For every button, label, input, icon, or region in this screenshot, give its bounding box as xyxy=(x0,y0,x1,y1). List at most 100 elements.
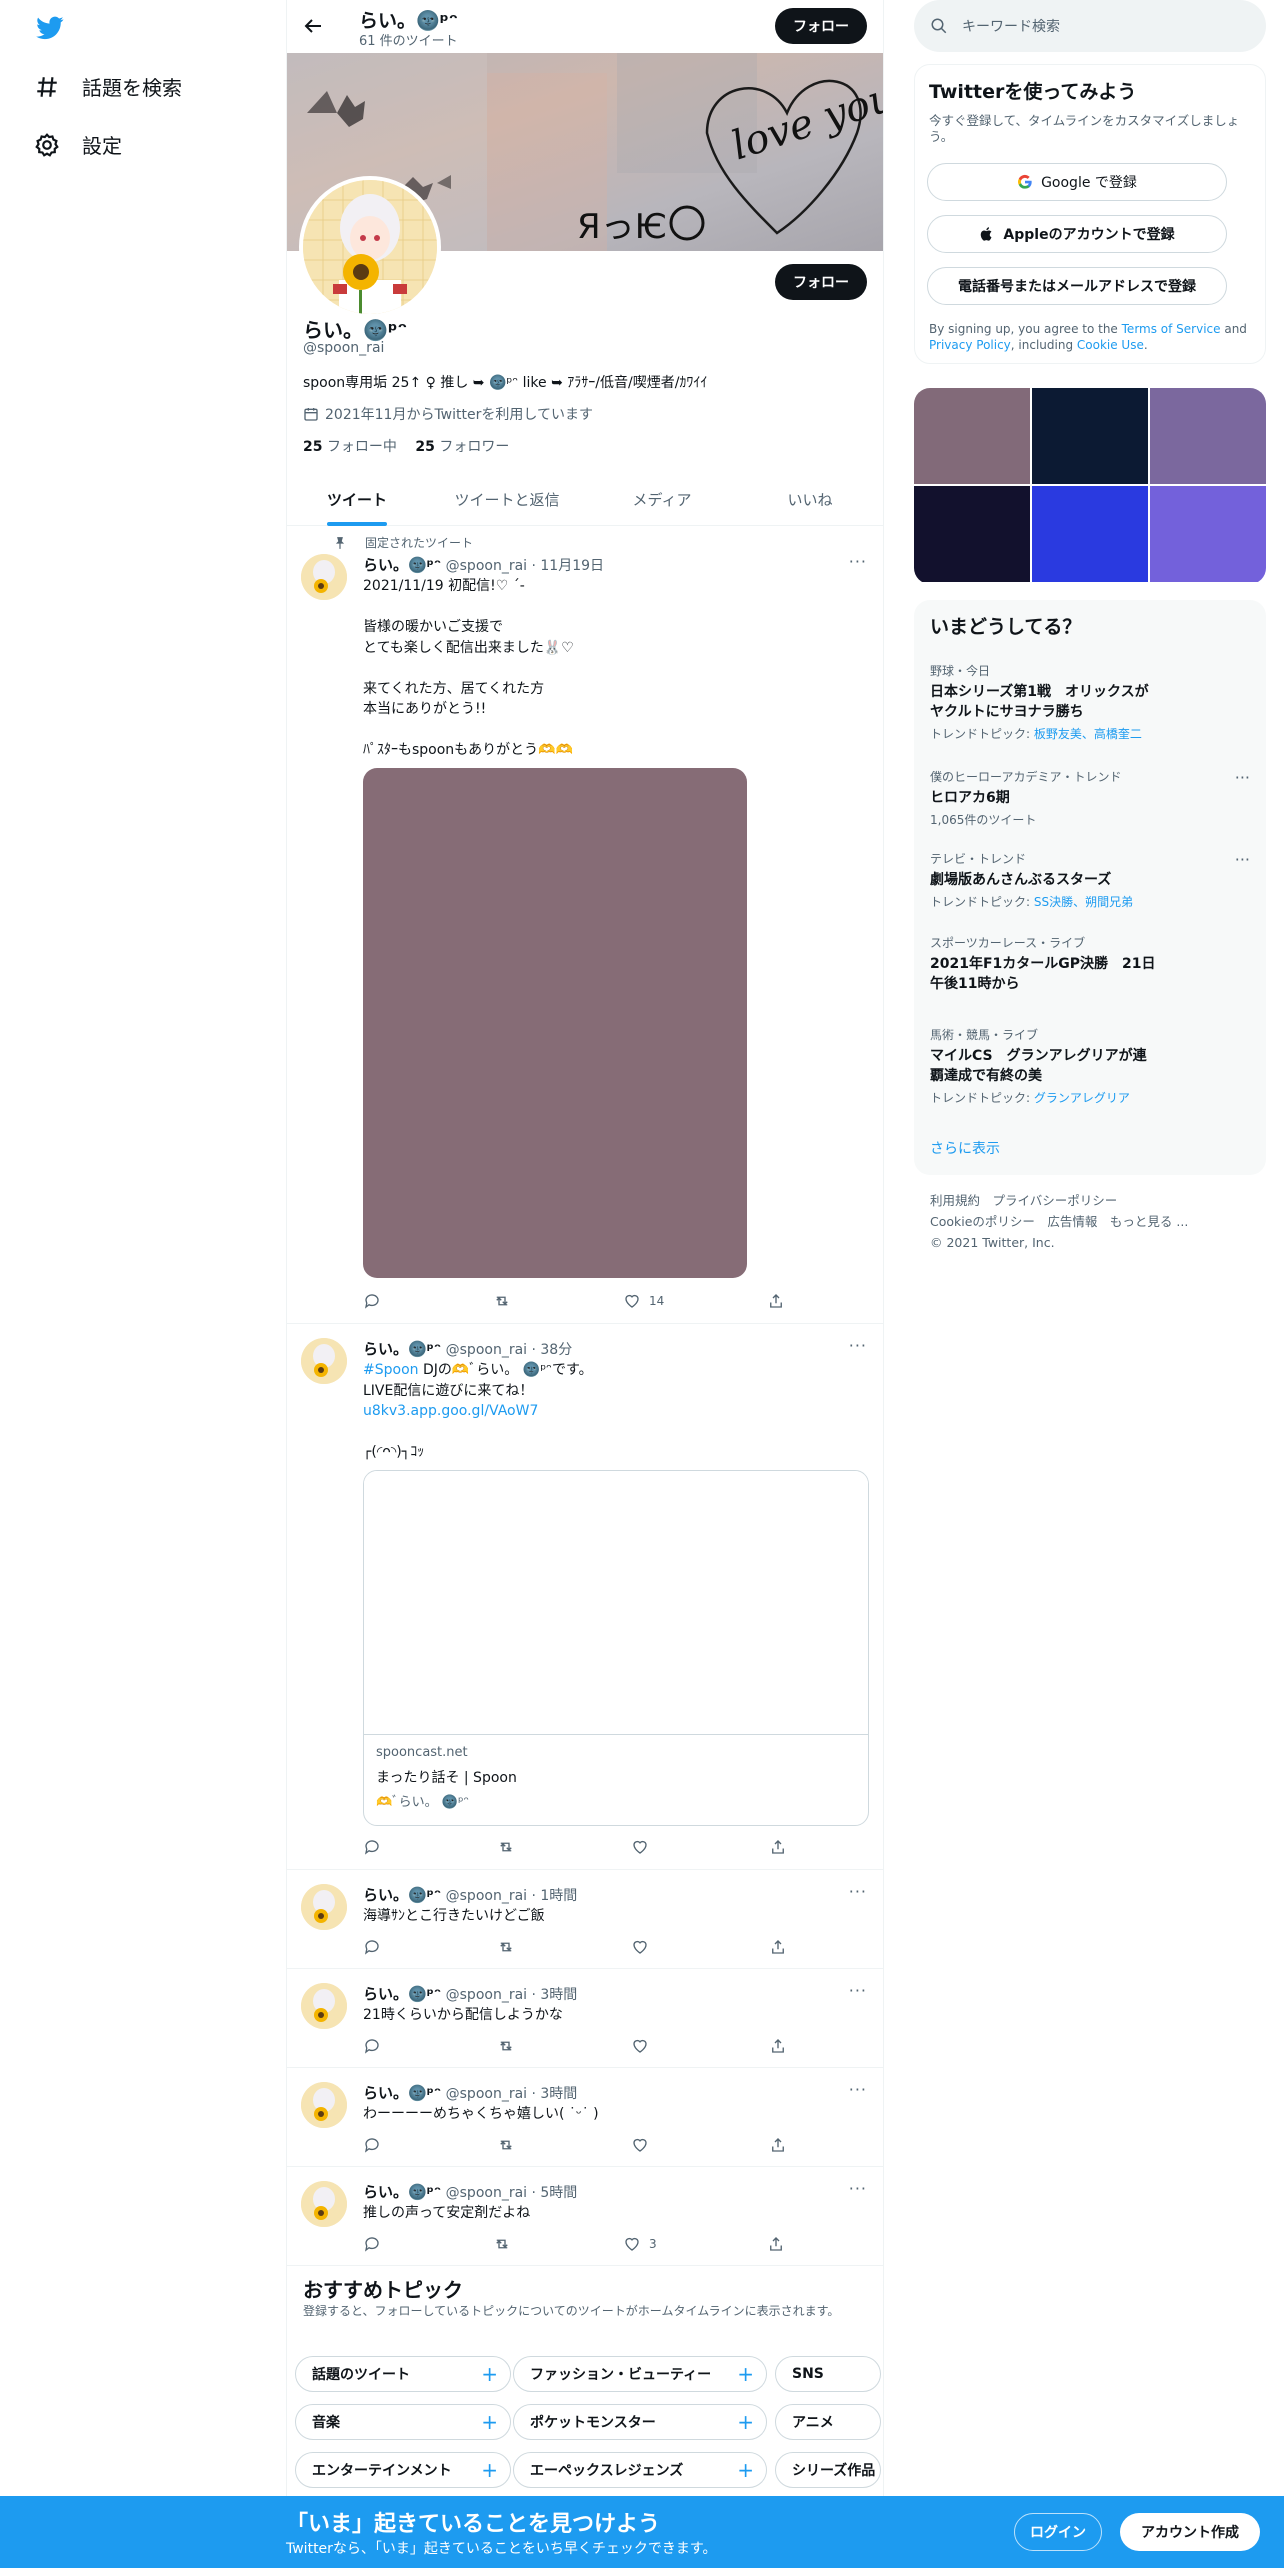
topic-chip[interactable]: アニメ xyxy=(775,2404,881,2440)
tweet-avatar[interactable] xyxy=(301,2082,347,2128)
media-thumb[interactable] xyxy=(1032,388,1148,484)
tweet-media[interactable] xyxy=(363,768,747,1278)
like-button[interactable] xyxy=(631,2037,649,2055)
twitter-logo-icon[interactable] xyxy=(34,14,66,42)
media-thumb[interactable] xyxy=(914,486,1030,582)
tweet-pinned[interactable]: 固定されたツイート らい。🌚ᵖᵔ @spoon_rai · 11月19日 ···… xyxy=(287,526,883,1324)
topic-chip[interactable]: エーペックスレジェンズ + xyxy=(513,2452,767,2488)
tweet[interactable]: らい。🌚ᵖᵔ @spoon_rai · 38分 ··· #Spoon DJの🫶ﾞ… xyxy=(287,1324,883,1870)
tweet[interactable]: らい。🌚ᵖᵔ @spoon_rai · 1時間 ··· 海導ｻﾝとこ行きたいけど… xyxy=(287,1870,883,1969)
search-box[interactable]: キーワード検索 xyxy=(914,0,1266,52)
like-button[interactable] xyxy=(631,1938,649,1956)
tweet[interactable]: らい。🌚ᵖᵔ @spoon_rai · 5時間 ··· 推しの声って安定剤だよね… xyxy=(287,2167,883,2266)
like-button[interactable]: 3 xyxy=(623,2235,657,2253)
more-icon[interactable]: ··· xyxy=(849,552,867,571)
media-thumb[interactable] xyxy=(1150,486,1266,582)
tab-tweets-replies[interactable]: ツイートと返信 xyxy=(427,472,587,526)
tab-media[interactable]: メディア xyxy=(587,472,737,526)
reply-button[interactable] xyxy=(363,1838,381,1856)
trend-item[interactable]: 野球・今日 日本シリーズ第1戦 オリックスがヤクルトにサヨナラ勝ち トレンドトピ… xyxy=(930,662,1250,742)
show-more-link[interactable]: さらに表示 xyxy=(930,1138,1000,1158)
profile-avatar[interactable] xyxy=(299,176,441,318)
google-signup-button[interactable]: Google で登録 xyxy=(927,163,1227,201)
share-button[interactable] xyxy=(769,1838,787,1856)
topic-chip[interactable]: 話題のツイート + xyxy=(295,2356,511,2392)
trend-item[interactable]: 僕のヒーローアカデミア・トレンド ヒロアカ6期 1,065件のツイート ··· xyxy=(930,768,1250,828)
link-card[interactable]: spooncast.net まったり話そ | Spoon 🫶ﾞらい。 🌚ᵖᵔ xyxy=(363,1470,869,1826)
reply-button[interactable] xyxy=(363,1292,381,1310)
topic-chip[interactable]: シリーズ作品 xyxy=(775,2452,881,2488)
tweet-meta[interactable]: @spoon_rai · 11月19日 xyxy=(446,558,604,574)
more-icon[interactable]: ··· xyxy=(849,2080,867,2099)
tweet-meta[interactable]: @spoon_rai · 3時間 xyxy=(446,1987,578,2003)
hashtag-link[interactable]: #Spoon xyxy=(363,1362,419,1378)
tweet-avatar[interactable] xyxy=(301,554,347,600)
trend-topic-links[interactable]: グランアレグリア xyxy=(1034,1091,1130,1105)
reply-button[interactable] xyxy=(363,2235,381,2253)
followers-link[interactable]: 25 フォロワー xyxy=(415,439,509,455)
share-button[interactable] xyxy=(767,2235,785,2253)
retweet-button[interactable] xyxy=(493,2235,511,2253)
like-button[interactable]: 14 xyxy=(623,1292,664,1310)
retweet-button[interactable] xyxy=(497,1838,515,1856)
apple-signup-button[interactable]: Appleのアカウントで登録 xyxy=(927,215,1227,253)
topic-chip[interactable]: エンターテインメント + xyxy=(295,2452,511,2488)
trend-item[interactable]: テレビ・トレンド 劇場版あんさんぶるスターズ トレンドトピック: SS決勝、朔間… xyxy=(930,850,1250,910)
tweet-avatar[interactable] xyxy=(301,1884,347,1930)
reply-button[interactable] xyxy=(363,1938,381,1956)
trend-topic-links[interactable]: 板野友美、高橋奎二 xyxy=(1034,727,1142,741)
tweet-url-link[interactable]: u8kv3.app.goo.gl/VAoW7 xyxy=(363,1401,538,1422)
tweet-author[interactable]: らい。🌚ᵖᵔ xyxy=(363,1985,441,2003)
login-button[interactable]: ログイン xyxy=(1014,2513,1102,2551)
tweet[interactable]: らい。🌚ᵖᵔ @spoon_rai · 3時間 ··· 21時くらいから配信しよ… xyxy=(287,1969,883,2068)
topic-chip[interactable]: ファッション・ビューティー + xyxy=(513,2356,767,2392)
tweet-author[interactable]: らい。🌚ᵖᵔ xyxy=(363,1886,441,1904)
reply-button[interactable] xyxy=(363,2136,381,2154)
like-button[interactable] xyxy=(631,1838,649,1856)
tweet-author[interactable]: らい。🌚ᵖᵔ xyxy=(363,2183,441,2201)
share-button[interactable] xyxy=(769,2037,787,2055)
share-button[interactable] xyxy=(769,2136,787,2154)
more-icon[interactable]: ··· xyxy=(849,1882,867,1901)
tweet-avatar[interactable] xyxy=(301,1983,347,2029)
share-button[interactable] xyxy=(767,1292,785,1310)
tweet-author[interactable]: らい。🌚ᵖᵔ xyxy=(363,2084,441,2102)
tab-tweets[interactable]: ツイート xyxy=(287,472,427,526)
retweet-button[interactable] xyxy=(497,2037,515,2055)
topic-chip[interactable]: 音楽 + xyxy=(295,2404,511,2440)
more-icon[interactable]: ··· xyxy=(849,1336,867,1355)
more-icon[interactable]: ··· xyxy=(1235,768,1250,787)
nav-settings[interactable]: 設定 xyxy=(34,130,122,159)
topic-chip[interactable]: ポケットモンスター + xyxy=(513,2404,767,2440)
media-thumb[interactable] xyxy=(1150,388,1266,484)
back-arrow-icon[interactable] xyxy=(301,14,325,38)
topic-chip[interactable]: SNS xyxy=(775,2356,881,2392)
media-thumb[interactable] xyxy=(1032,486,1148,582)
share-button[interactable] xyxy=(769,1938,787,1956)
media-thumb[interactable] xyxy=(914,388,1030,484)
tweet-meta[interactable]: @spoon_rai · 3時間 xyxy=(446,2086,578,2102)
like-button[interactable] xyxy=(631,2136,649,2154)
profile-follow-button[interactable]: フォロー xyxy=(775,264,867,300)
tweet[interactable]: らい。🌚ᵖᵔ @spoon_rai · 3時間 ··· わーーーーめちゃくちゃ嬉… xyxy=(287,2068,883,2167)
cookie-link[interactable]: Cookie Use xyxy=(1077,338,1144,352)
retweet-button[interactable] xyxy=(493,1292,511,1310)
more-icon[interactable]: ··· xyxy=(1235,850,1250,869)
terms-link[interactable]: Terms of Service xyxy=(1122,322,1221,336)
tweet-avatar[interactable] xyxy=(301,1338,347,1384)
retweet-button[interactable] xyxy=(497,1938,515,1956)
tweet-meta[interactable]: @spoon_rai · 38分 xyxy=(446,1342,573,1358)
trend-item[interactable]: スポーツカーレース・ライブ 2021年F1カタールGP決勝 21日午後11時から xyxy=(930,934,1250,994)
following-link[interactable]: 25 フォロー中 xyxy=(303,439,397,455)
tweet-meta[interactable]: @spoon_rai · 5時間 xyxy=(446,2185,578,2201)
tab-likes[interactable]: いいね xyxy=(737,472,883,526)
more-icon[interactable]: ··· xyxy=(849,2179,867,2198)
tweet-author[interactable]: らい。🌚ᵖᵔ xyxy=(363,1340,441,1358)
retweet-button[interactable] xyxy=(497,2136,515,2154)
signup-button[interactable]: アカウント作成 xyxy=(1120,2513,1260,2551)
trend-item[interactable]: 馬術・競馬・ライブ マイルCS グランアレグリアが連覇達成で有終の美 トレンドト… xyxy=(930,1026,1250,1106)
header-follow-button[interactable]: フォロー xyxy=(775,8,867,44)
privacy-link[interactable]: Privacy Policy xyxy=(929,338,1011,352)
tweet-author[interactable]: らい。🌚ᵖᵔ xyxy=(363,556,441,574)
trend-topic-links[interactable]: SS決勝、朔間兄弟 xyxy=(1034,895,1133,909)
